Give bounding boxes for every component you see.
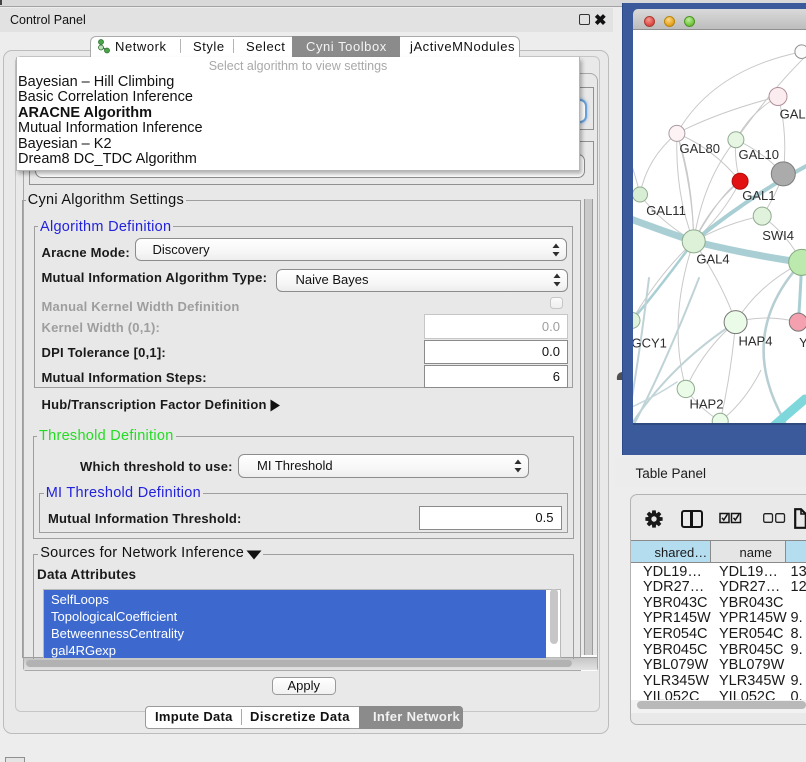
svg-text:GCY1: GCY1 (633, 336, 667, 351)
svg-text:GAL4: GAL4 (696, 252, 729, 267)
svg-text:GAL1: GAL1 (742, 188, 775, 203)
svg-text:HAP4: HAP4 (738, 334, 772, 349)
svg-text:Y: Y (799, 335, 806, 350)
svg-text:GAL11: GAL11 (646, 203, 686, 218)
svg-text:SWI4: SWI4 (762, 228, 794, 243)
svg-text:GAL10: GAL10 (738, 147, 778, 162)
svg-text:HAP2: HAP2 (689, 397, 723, 412)
svg-text:GAL80: GAL80 (679, 141, 719, 156)
svg-text:GAL8: GAL8 (779, 107, 806, 122)
